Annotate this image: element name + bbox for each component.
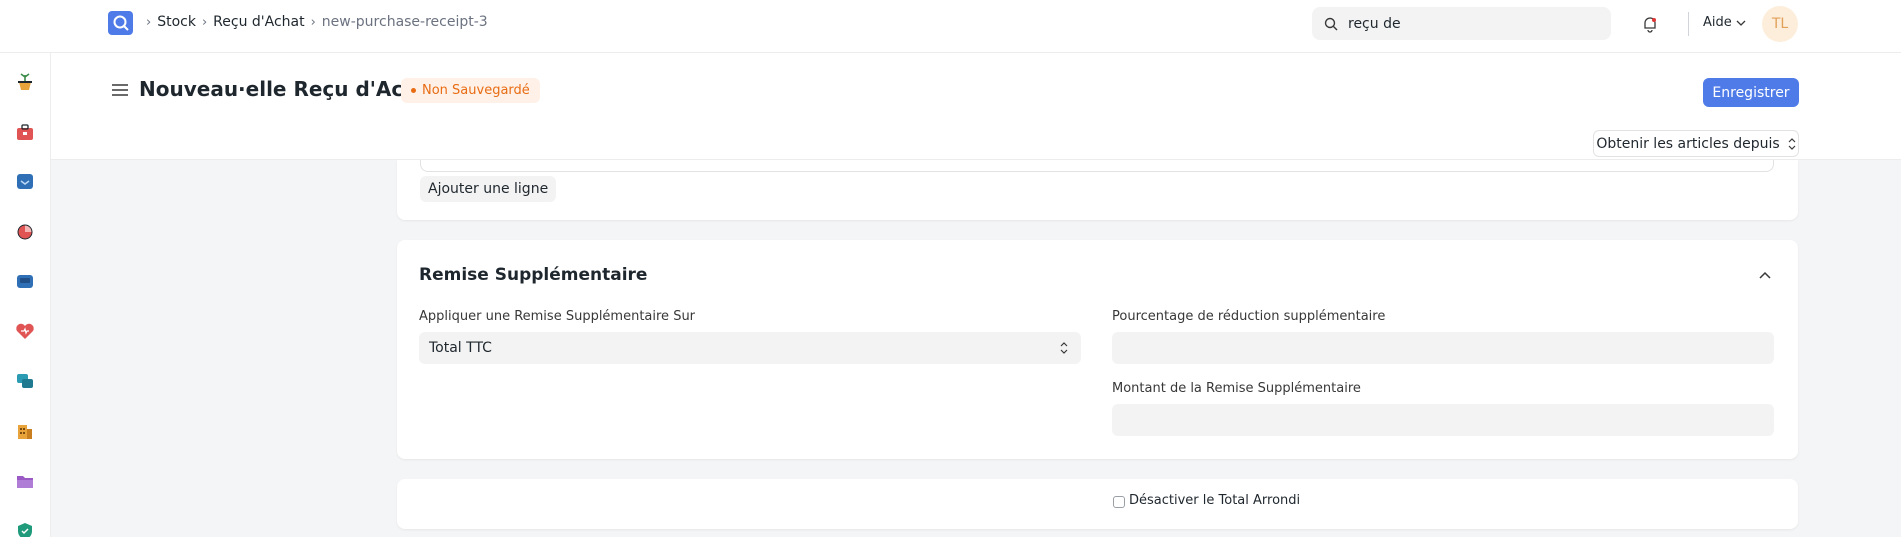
discount-amount-label: Montant de la Remise Supplémentaire xyxy=(1112,381,1361,396)
bell-icon[interactable] xyxy=(1640,14,1660,34)
chevron-up-down-icon xyxy=(1060,342,1068,354)
get-items-from-button[interactable]: Obtenir les articles depuis xyxy=(1593,130,1799,157)
top-navbar: › Stock › Reçu d'Achat › new-purchase-re… xyxy=(0,0,1901,53)
heart-icon[interactable] xyxy=(14,320,36,342)
status-label: Non Sauvegardé xyxy=(422,83,530,98)
help-label: Aide xyxy=(1703,15,1732,30)
chevron-down-icon xyxy=(1736,20,1746,26)
pot-plant-icon[interactable] xyxy=(14,71,36,93)
help-dropdown[interactable]: Aide xyxy=(1703,15,1746,30)
get-items-label: Obtenir les articles depuis xyxy=(1596,135,1780,152)
rounding-section: Désactiver le Total Arrondi xyxy=(397,479,1798,529)
avatar[interactable]: TL xyxy=(1762,6,1798,42)
tray-icon[interactable] xyxy=(14,270,36,292)
hamburger-menu-icon[interactable] xyxy=(111,83,129,97)
app-logo-icon[interactable] xyxy=(108,11,133,35)
disable-rounded-total-checkbox[interactable] xyxy=(1113,496,1125,508)
chat-bubbles-icon[interactable] xyxy=(14,370,36,392)
chevron-up-icon[interactable] xyxy=(1758,270,1772,280)
chevron-right-icon: › xyxy=(201,14,208,30)
search-input[interactable] xyxy=(1348,15,1588,32)
shield-icon[interactable] xyxy=(14,520,36,537)
breadcrumb-stock[interactable]: Stock xyxy=(157,14,196,30)
items-section: Ajouter une ligne xyxy=(397,160,1798,220)
items-grid xyxy=(420,160,1774,172)
chevron-right-icon: › xyxy=(310,14,316,30)
pie-chart-icon[interactable] xyxy=(14,220,36,242)
add-row-button[interactable]: Ajouter une ligne xyxy=(420,176,557,202)
breadcrumb-current-doc[interactable]: new-purchase-receipt-3 xyxy=(322,14,488,30)
breadcrumb-purchase-receipt[interactable]: Reçu d'Achat xyxy=(213,14,304,30)
inbox-icon[interactable] xyxy=(14,170,36,192)
discount-percentage-label: Pourcentage de réduction supplémentaire xyxy=(1112,309,1386,324)
status-badge: Non Sauvegardé xyxy=(401,78,540,103)
navbar-divider xyxy=(1688,12,1689,36)
chevron-right-icon: › xyxy=(146,14,152,30)
search-bar[interactable] xyxy=(1312,7,1611,40)
additional-discount-section: Remise Supplémentaire Appliquer une Remi… xyxy=(397,240,1798,459)
building-icon[interactable] xyxy=(14,420,36,442)
apply-discount-on-select[interactable]: Total TTC xyxy=(419,332,1081,364)
breadcrumb: › Stock › Reçu d'Achat › new-purchase-re… xyxy=(146,14,488,30)
apply-discount-on-value: Total TTC xyxy=(429,340,492,356)
app-sidebar xyxy=(0,53,51,537)
status-dot-icon xyxy=(411,88,416,93)
page-head: Nouveau·elle Reçu d'Achat Non Sauvegardé… xyxy=(51,53,1901,160)
apply-discount-on-label: Appliquer une Remise Supplémentaire Sur xyxy=(419,309,696,324)
disable-rounded-total-label[interactable]: Désactiver le Total Arrondi xyxy=(1129,493,1300,508)
discount-percentage-input[interactable] xyxy=(1112,332,1774,364)
page-title: Nouveau·elle Reçu d'Achat xyxy=(139,77,441,101)
discount-amount-input[interactable] xyxy=(1112,404,1774,436)
save-button[interactable]: Enregistrer xyxy=(1703,78,1799,107)
folder-icon[interactable] xyxy=(14,470,36,492)
search-icon xyxy=(1324,17,1338,30)
section-title[interactable]: Remise Supplémentaire xyxy=(419,265,647,285)
toolbox-icon[interactable] xyxy=(14,121,36,143)
chevron-up-down-icon xyxy=(1788,137,1796,150)
